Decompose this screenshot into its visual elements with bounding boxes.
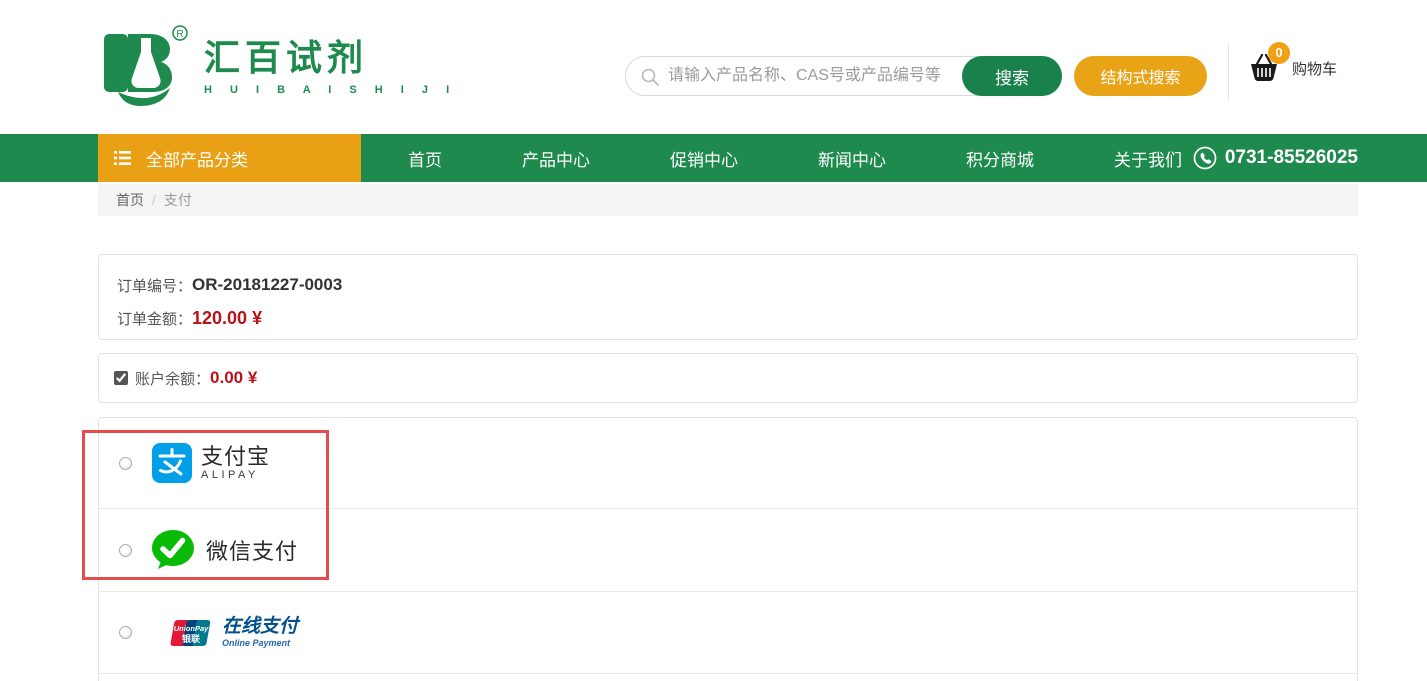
alipay-subtitle: ALIPAY (201, 469, 270, 481)
nav-item-news[interactable]: 新闻中心 (785, 146, 919, 171)
order-amount-value: 120.00 ¥ (192, 308, 262, 329)
order-number-label: 订单编号： (117, 275, 192, 296)
cart-label: 购物车 (1292, 58, 1337, 79)
logo-hb-icon: R (98, 20, 198, 112)
logo-text: 汇百试剂 H U I B A I S H I J I (204, 38, 457, 96)
balance-label: 账户余额： (135, 368, 210, 389)
search-bar: 搜索 (625, 56, 1062, 96)
cart-widget[interactable]: 0 购物车 (1246, 50, 1337, 86)
order-number-line: 订单编号： OR-20181227-0003 (117, 272, 1339, 298)
order-info-card: 订单编号： OR-20181227-0003 订单金额： 120.00 ¥ (98, 254, 1358, 340)
unionpay-logo-cn: 银联 (182, 633, 201, 644)
all-categories-button[interactable]: 全部产品分类 (98, 134, 361, 182)
search-input[interactable] (668, 57, 978, 95)
unionpay-logo: UnionPay 银联 (168, 618, 214, 648)
site-logo[interactable]: R 汇百试剂 H U I B A I S H I J I (98, 20, 457, 112)
alipay-icon (152, 443, 192, 483)
category-list-icon (114, 151, 131, 165)
use-balance-checkbox[interactable] (114, 371, 128, 385)
nav-item-promotions[interactable]: 促销中心 (637, 146, 771, 171)
breadcrumb-current: 支付 (164, 190, 192, 210)
unionpay-text: 在线支付 Online Payment (222, 617, 298, 648)
nav-item-points-mall[interactable]: 积分商城 (933, 146, 1067, 171)
phone-number: 0731-85526025 (1225, 147, 1358, 169)
nav-item-products[interactable]: 产品中心 (489, 146, 623, 171)
logo-en-name: H U I B A I S H I J I (204, 84, 457, 96)
contact-phone: 0731-85526025 (1193, 134, 1358, 182)
alipay-text: 支付宝 ALIPAY (201, 445, 270, 481)
alipay-name: 支付宝 (201, 445, 270, 468)
phone-icon (1193, 146, 1217, 170)
search-button[interactable]: 搜索 (962, 56, 1062, 96)
breadcrumb-separator: / (152, 192, 156, 208)
all-categories-label: 全部产品分类 (146, 146, 248, 171)
registered-mark: R (176, 29, 183, 40)
structure-search-button[interactable]: 结构式搜索 (1074, 56, 1207, 96)
cart-count-badge: 0 (1268, 42, 1290, 64)
balance-value: 0.00 ¥ (210, 368, 257, 388)
payment-methods-card: 支付宝 ALIPAY 微信支付 UnionPay 银联 在线支付 Online … (98, 417, 1358, 681)
payment-option-unionpay[interactable]: UnionPay 银联 在线支付 Online Payment (99, 592, 1357, 674)
payment-option-wechat[interactable]: 微信支付 (99, 509, 1357, 592)
nav-item-home[interactable]: 首页 (375, 146, 475, 171)
unionpay-name: 在线支付 (222, 617, 298, 636)
search-icon (640, 67, 660, 87)
order-amount-line: 订单金额： 120.00 ¥ (117, 305, 1339, 331)
account-balance-card: 账户余额： 0.00 ¥ (98, 353, 1358, 403)
order-number-value: OR-20181227-0003 (192, 275, 342, 295)
breadcrumb-home[interactable]: 首页 (116, 190, 144, 210)
order-amount-label: 订单金额： (117, 308, 192, 329)
main-navbar: 全部产品分类 首页 产品中心 促销中心 新闻中心 积分商城 关于我们 0731-… (0, 134, 1427, 182)
logo-cn-name: 汇百试剂 (204, 38, 457, 78)
wechat-pay-icon (150, 528, 196, 572)
payment-option-alipay[interactable]: 支付宝 ALIPAY (99, 418, 1357, 509)
wechat-radio[interactable] (119, 544, 132, 557)
unionpay-subtitle: Online Payment (222, 638, 298, 648)
header-divider (1228, 44, 1229, 100)
alipay-radio[interactable] (119, 457, 132, 470)
unionpay-radio[interactable] (119, 626, 132, 639)
nav-links: 首页 产品中心 促销中心 新闻中心 积分商城 关于我们 (361, 134, 1215, 182)
site-header: R 汇百试剂 H U I B A I S H I J I 搜索 结构式搜索 (0, 0, 1427, 134)
unionpay-logo-en: UnionPay (174, 624, 209, 633)
breadcrumb: 首页 / 支付 (98, 184, 1358, 216)
wechat-name: 微信支付 (206, 534, 298, 566)
